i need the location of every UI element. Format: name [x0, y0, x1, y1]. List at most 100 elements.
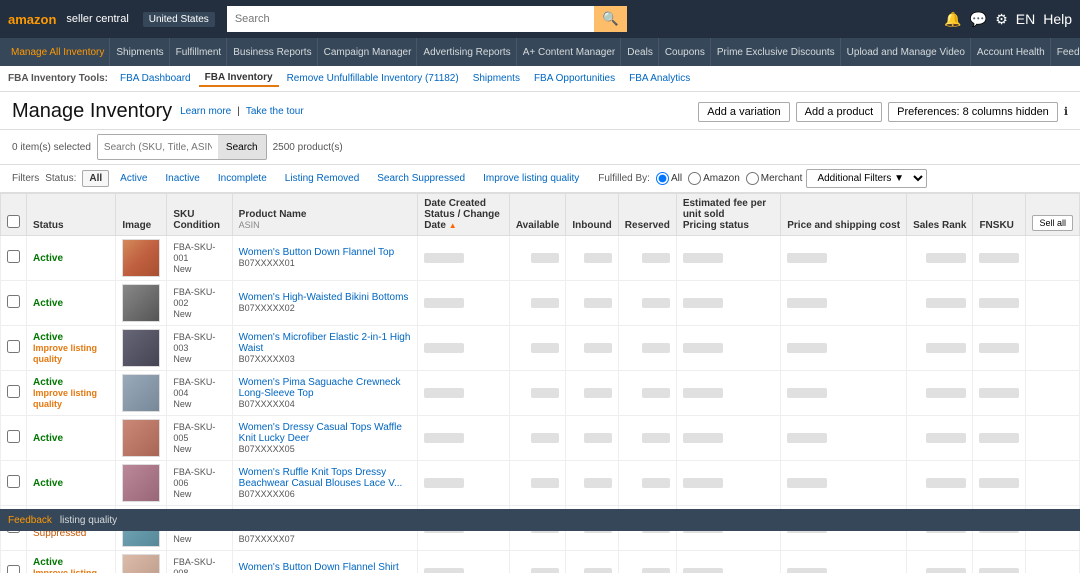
product-search-input[interactable]	[98, 135, 218, 159]
row-checkbox-cell[interactable]	[1, 461, 27, 506]
tab-incomplete[interactable]: Incomplete	[211, 170, 274, 187]
learn-more-link[interactable]: Learn more	[180, 106, 231, 117]
nav-item-shipments[interactable]: Shipments	[111, 38, 169, 66]
row-checkbox[interactable]	[7, 565, 20, 573]
row-checkbox[interactable]	[7, 475, 20, 488]
bell-icon[interactable]: 🔔	[944, 11, 961, 28]
nav-item-feedback[interactable]: Feedback Manager	[1052, 38, 1080, 66]
nav-item-coupons[interactable]: Coupons	[660, 38, 711, 66]
available-cell	[509, 326, 566, 371]
tab-improve-quality[interactable]: Improve listing quality	[476, 170, 586, 187]
reserved-cell	[618, 551, 676, 573]
sell-all-button[interactable]: Sell all	[1032, 215, 1073, 231]
product-name-cell[interactable]: Women's Ruffle Knit Tops Dressy Beachwea…	[232, 461, 418, 506]
bottom-feedback-item[interactable]: Feedback	[8, 515, 52, 526]
radio-merchant[interactable]: Merchant	[746, 172, 803, 185]
fnsku-cell	[973, 236, 1026, 281]
add-product-button[interactable]: Add a product	[796, 102, 883, 122]
price-cell[interactable]	[781, 281, 907, 326]
product-name-link[interactable]: Women's Button Down Flannel Shirt	[239, 562, 412, 573]
price-cell[interactable]	[781, 326, 907, 371]
fba-analytics-link[interactable]: FBA Analytics	[623, 71, 696, 86]
price-cell[interactable]	[781, 416, 907, 461]
account-badge[interactable]: United States	[143, 12, 215, 27]
search-input[interactable]	[227, 6, 594, 32]
radio-amazon[interactable]: Amazon	[688, 172, 740, 185]
row-checkbox[interactable]	[7, 340, 20, 353]
price-cell[interactable]	[781, 461, 907, 506]
chat-icon[interactable]: 💬	[970, 11, 987, 28]
fnsku-cell	[973, 416, 1026, 461]
language-icon[interactable]: EN	[1016, 11, 1035, 27]
nav-item-campaign-manager[interactable]: Campaign Manager	[319, 38, 418, 66]
row-checkbox[interactable]	[7, 385, 20, 398]
row-checkbox[interactable]	[7, 430, 20, 443]
nav-item-prime-exclusive[interactable]: Prime Exclusive Discounts	[712, 38, 841, 66]
nav-item-advertising-reports[interactable]: Advertising Reports	[418, 38, 516, 66]
additional-filters-dropdown[interactable]: Additional Filters ▼	[806, 169, 927, 188]
price-cell[interactable]	[781, 236, 907, 281]
product-name-cell[interactable]: Women's High-Waisted Bikini Bottoms B07X…	[232, 281, 418, 326]
nav-item-account-health[interactable]: Account Health	[972, 38, 1051, 66]
price-cell[interactable]	[781, 371, 907, 416]
preferences-button[interactable]: Preferences: 8 columns hidden	[888, 102, 1058, 122]
fba-remove-unfulfillable-link[interactable]: Remove Unfulfillable Inventory (71182)	[281, 71, 465, 86]
product-name-link[interactable]: Women's Pima Saguache Crewneck Long-Slee…	[239, 377, 412, 399]
help-link[interactable]: Help	[1043, 11, 1072, 27]
product-name-link[interactable]: Women's Dressy Casual Tops Waffle Knit L…	[239, 422, 412, 444]
date-column-header[interactable]: Date Created Status / Change Date ▲	[418, 194, 510, 236]
select-all-header[interactable]	[1, 194, 27, 236]
fba-dashboard-link[interactable]: FBA Dashboard	[114, 71, 197, 86]
row-checkbox-cell[interactable]	[1, 371, 27, 416]
row-checkbox-cell[interactable]	[1, 236, 27, 281]
sku-cell: FBA-SKU-005 New	[167, 416, 232, 461]
row-checkbox-cell[interactable]	[1, 281, 27, 326]
tab-active[interactable]: Active	[113, 170, 154, 187]
fba-inventory-link[interactable]: FBA Inventory	[199, 70, 279, 87]
nav-item-fulfillment[interactable]: Fulfillment	[171, 38, 228, 66]
product-name-link[interactable]: Women's Ruffle Knit Tops Dressy Beachwea…	[239, 467, 412, 489]
tab-listing-removed[interactable]: Listing Removed	[278, 170, 366, 187]
product-name-link[interactable]: Women's Microfiber Elastic 2-in-1 High W…	[239, 332, 412, 354]
product-name-link[interactable]: Women's Button Down Flannel Top	[239, 247, 412, 258]
inbound-cell	[566, 326, 618, 371]
bottom-listing-quality-item[interactable]: listing quality	[60, 515, 117, 526]
info-icon[interactable]: ℹ	[1064, 105, 1068, 118]
nav-item-business-reports[interactable]: Business Reports	[228, 38, 317, 66]
radio-all[interactable]: All	[656, 172, 682, 185]
product-name-cell[interactable]: Women's Microfiber Elastic 2-in-1 High W…	[232, 326, 418, 371]
table-row: Active FBA-SKU-006 New Women's Ruffle Kn…	[1, 461, 1080, 506]
status-label: Status:	[45, 173, 76, 184]
take-tour-link[interactable]: Take the tour	[246, 106, 304, 117]
fulfilled-by-filter: Fulfilled By: All Amazon Merchant	[598, 172, 802, 185]
nav-item-manage-inventory[interactable]: Manage All Inventory	[6, 38, 110, 66]
tab-all[interactable]: All	[82, 170, 109, 187]
product-search-button[interactable]: Search	[218, 135, 266, 159]
search-button[interactable]: 🔍	[594, 6, 627, 32]
row-checkbox-cell[interactable]	[1, 326, 27, 371]
row-checkbox-cell[interactable]	[1, 551, 27, 573]
status-cell: Active	[27, 281, 116, 326]
select-all-checkbox[interactable]	[7, 215, 20, 228]
nav-item-aplus[interactable]: A+ Content Manager	[518, 38, 622, 66]
product-image	[122, 419, 160, 457]
add-variation-button[interactable]: Add a variation	[698, 102, 789, 122]
inbound-cell	[566, 371, 618, 416]
product-name-cell[interactable]: Women's Pima Saguache Crewneck Long-Slee…	[232, 371, 418, 416]
price-cell[interactable]	[781, 551, 907, 573]
nav-item-deals[interactable]: Deals	[622, 38, 659, 66]
product-name-cell[interactable]: Women's Dressy Casual Tops Waffle Knit L…	[232, 416, 418, 461]
fba-opportunities-link[interactable]: FBA Opportunities	[528, 71, 621, 86]
product-name-cell[interactable]: Women's Button Down Flannel Top B07XXXXX…	[232, 236, 418, 281]
product-name-cell[interactable]: Women's Button Down Flannel Shirt B07XXX…	[232, 551, 418, 573]
row-checkbox[interactable]	[7, 250, 20, 263]
tab-search-suppressed[interactable]: Search Suppressed	[370, 170, 472, 187]
settings-icon[interactable]: ⚙	[995, 11, 1008, 28]
fba-shipments-link[interactable]: Shipments	[467, 71, 526, 86]
tab-inactive[interactable]: Inactive	[158, 170, 206, 187]
row-checkbox-cell[interactable]	[1, 416, 27, 461]
image-cell	[116, 371, 167, 416]
nav-item-upload-video[interactable]: Upload and Manage Video	[842, 38, 971, 66]
row-checkbox[interactable]	[7, 295, 20, 308]
product-name-link[interactable]: Women's High-Waisted Bikini Bottoms	[239, 292, 412, 303]
